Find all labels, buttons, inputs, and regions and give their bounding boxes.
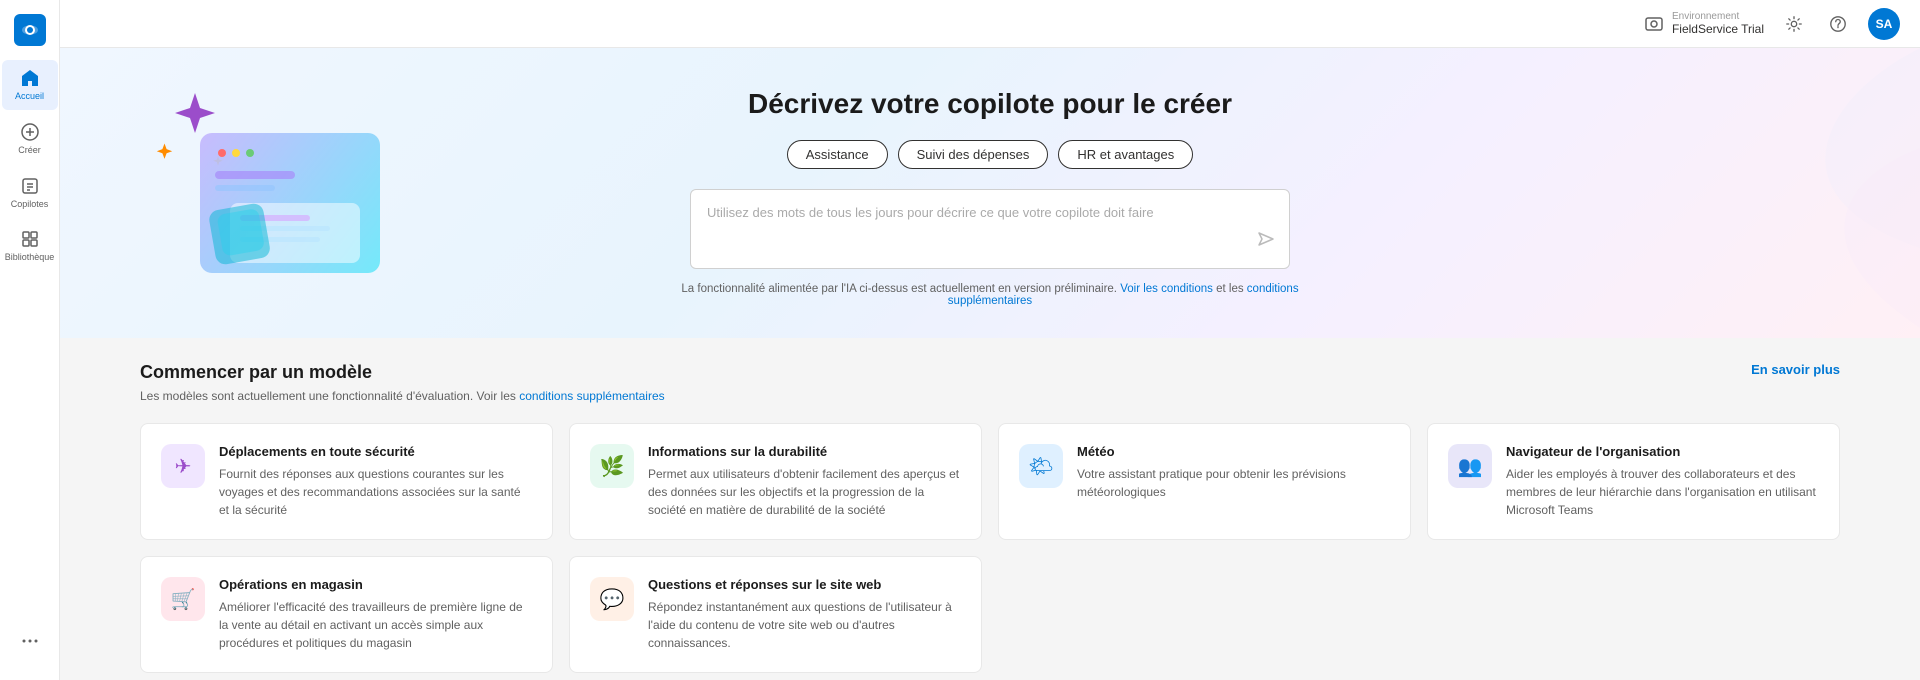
send-icon[interactable] bbox=[1255, 229, 1275, 254]
template-name-operations: Opérations en magasin bbox=[219, 577, 532, 592]
hero-input-box[interactable]: Utilisez des mots de tous les jours pour… bbox=[690, 189, 1290, 269]
template-desc-meteo: Votre assistant pratique pour obtenir le… bbox=[1077, 465, 1390, 501]
hero-illustration bbox=[140, 63, 400, 308]
template-desc-navigateur: Aider les employés à trouver des collabo… bbox=[1506, 465, 1819, 519]
template-card-deplacements[interactable]: ✈ Déplacements en toute sécurité Fournit… bbox=[140, 423, 553, 540]
template-card-questions[interactable]: 💬 Questions et réponses sur le site web … bbox=[569, 556, 982, 673]
templates-subtitle: Les modèles sont actuellement une foncti… bbox=[140, 389, 1840, 403]
templates-title: Commencer par un modèle bbox=[140, 362, 372, 383]
sidebar: Accueil Créer Copilotes Bibliothèque bbox=[0, 0, 60, 680]
template-desc-deplacements: Fournit des réponses aux questions coura… bbox=[219, 465, 532, 519]
hero-pills: Assistance Suivi des dépenses HR et avan… bbox=[787, 140, 1193, 169]
pill-hr[interactable]: HR et avantages bbox=[1058, 140, 1193, 169]
template-icon-deplacements: ✈ bbox=[161, 444, 205, 488]
template-desc-questions: Répondez instantanément aux questions de… bbox=[648, 598, 961, 652]
template-name-deplacements: Déplacements en toute sécurité bbox=[219, 444, 532, 459]
templates-section: Commencer par un modèle En savoir plus L… bbox=[60, 338, 1920, 680]
template-icon-durabilite: 🌿 bbox=[590, 444, 634, 488]
template-card-operations[interactable]: 🛒 Opérations en magasin Améliorer l'effi… bbox=[140, 556, 553, 673]
disclaimer-link1[interactable]: Voir les conditions bbox=[1120, 283, 1213, 295]
template-card-durabilite[interactable]: 🌿 Informations sur la durabilité Permet … bbox=[569, 423, 982, 540]
hero-title: Décrivez votre copilote pour le créer bbox=[748, 88, 1232, 120]
sidebar-item-library[interactable]: Bibliothèque bbox=[2, 221, 58, 271]
template-card-meteo[interactable]: 🌤 Météo Votre assistant pratique pour ob… bbox=[998, 423, 1411, 540]
hero-section: Décrivez votre copilote pour le créer As… bbox=[60, 48, 1920, 338]
environment-info: Environnement FieldService Trial bbox=[1644, 11, 1764, 36]
topbar: Environnement FieldService Trial SA bbox=[60, 0, 1920, 48]
main-content: Environnement FieldService Trial SA bbox=[60, 0, 1920, 680]
hero-input-placeholder: Utilisez des mots de tous les jours pour… bbox=[707, 205, 1154, 220]
environment-icon bbox=[1644, 14, 1664, 34]
sidebar-item-create[interactable]: Créer bbox=[2, 114, 58, 164]
template-card-navigateur[interactable]: 👥 Navigateur de l'organisation Aider les… bbox=[1427, 423, 1840, 540]
hero-disclaimer: La fonctionnalité alimentée par l'IA ci-… bbox=[640, 283, 1340, 307]
environment-name: FieldService Trial bbox=[1672, 22, 1764, 36]
help-icon[interactable] bbox=[1824, 10, 1852, 38]
app-logo[interactable] bbox=[10, 10, 50, 50]
user-avatar[interactable]: SA bbox=[1868, 8, 1900, 40]
template-name-meteo: Météo bbox=[1077, 444, 1390, 459]
page-content: Décrivez votre copilote pour le créer As… bbox=[60, 48, 1920, 680]
template-icon-meteo: 🌤 bbox=[1019, 444, 1063, 488]
template-desc-durabilite: Permet aux utilisateurs d'obtenir facile… bbox=[648, 465, 961, 519]
template-name-durabilite: Informations sur la durabilité bbox=[648, 444, 961, 459]
sidebar-item-home[interactable]: Accueil bbox=[2, 60, 58, 110]
settings-icon[interactable] bbox=[1780, 10, 1808, 38]
environment-label: Environnement bbox=[1672, 11, 1764, 22]
template-name-questions: Questions et réponses sur le site web bbox=[648, 577, 961, 592]
templates-header: Commencer par un modèle En savoir plus bbox=[140, 362, 1840, 383]
pill-suivi[interactable]: Suivi des dépenses bbox=[898, 140, 1049, 169]
templates-grid: ✈ Déplacements en toute sécurité Fournit… bbox=[140, 423, 1840, 673]
template-icon-operations: 🛒 bbox=[161, 577, 205, 621]
pill-assistance[interactable]: Assistance bbox=[787, 140, 888, 169]
template-icon-navigateur: 👥 bbox=[1448, 444, 1492, 488]
sidebar-more[interactable] bbox=[12, 623, 48, 664]
templates-conditions-link[interactable]: conditions supplémentaires bbox=[519, 389, 664, 403]
template-name-navigateur: Navigateur de l'organisation bbox=[1506, 444, 1819, 459]
template-desc-operations: Améliorer l'efficacité des travailleurs … bbox=[219, 598, 532, 652]
sidebar-item-copilots[interactable]: Copilotes bbox=[2, 168, 58, 218]
hero-bg-decoration bbox=[1620, 48, 1920, 338]
templates-more-link[interactable]: En savoir plus bbox=[1751, 362, 1840, 377]
template-icon-questions: 💬 bbox=[590, 577, 634, 621]
